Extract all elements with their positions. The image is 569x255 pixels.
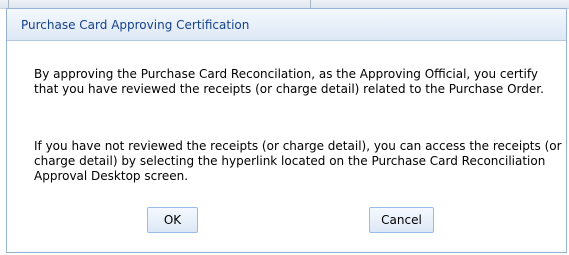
dialog-title: Purchase Card Approving Certification (21, 18, 250, 32)
background-separator (310, 0, 311, 8)
dialog-titlebar[interactable]: Purchase Card Approving Certification (7, 9, 566, 41)
approving-certification-dialog: Purchase Card Approving Certification By… (6, 8, 567, 253)
background-separator (8, 0, 9, 8)
receipts-help-message: If you have not reviewed the receipts (o… (34, 139, 562, 183)
cancel-button[interactable]: Cancel (369, 207, 434, 233)
ok-button[interactable]: OK (147, 207, 198, 233)
certification-message: By approving the Purchase Card Reconcila… (34, 67, 544, 96)
